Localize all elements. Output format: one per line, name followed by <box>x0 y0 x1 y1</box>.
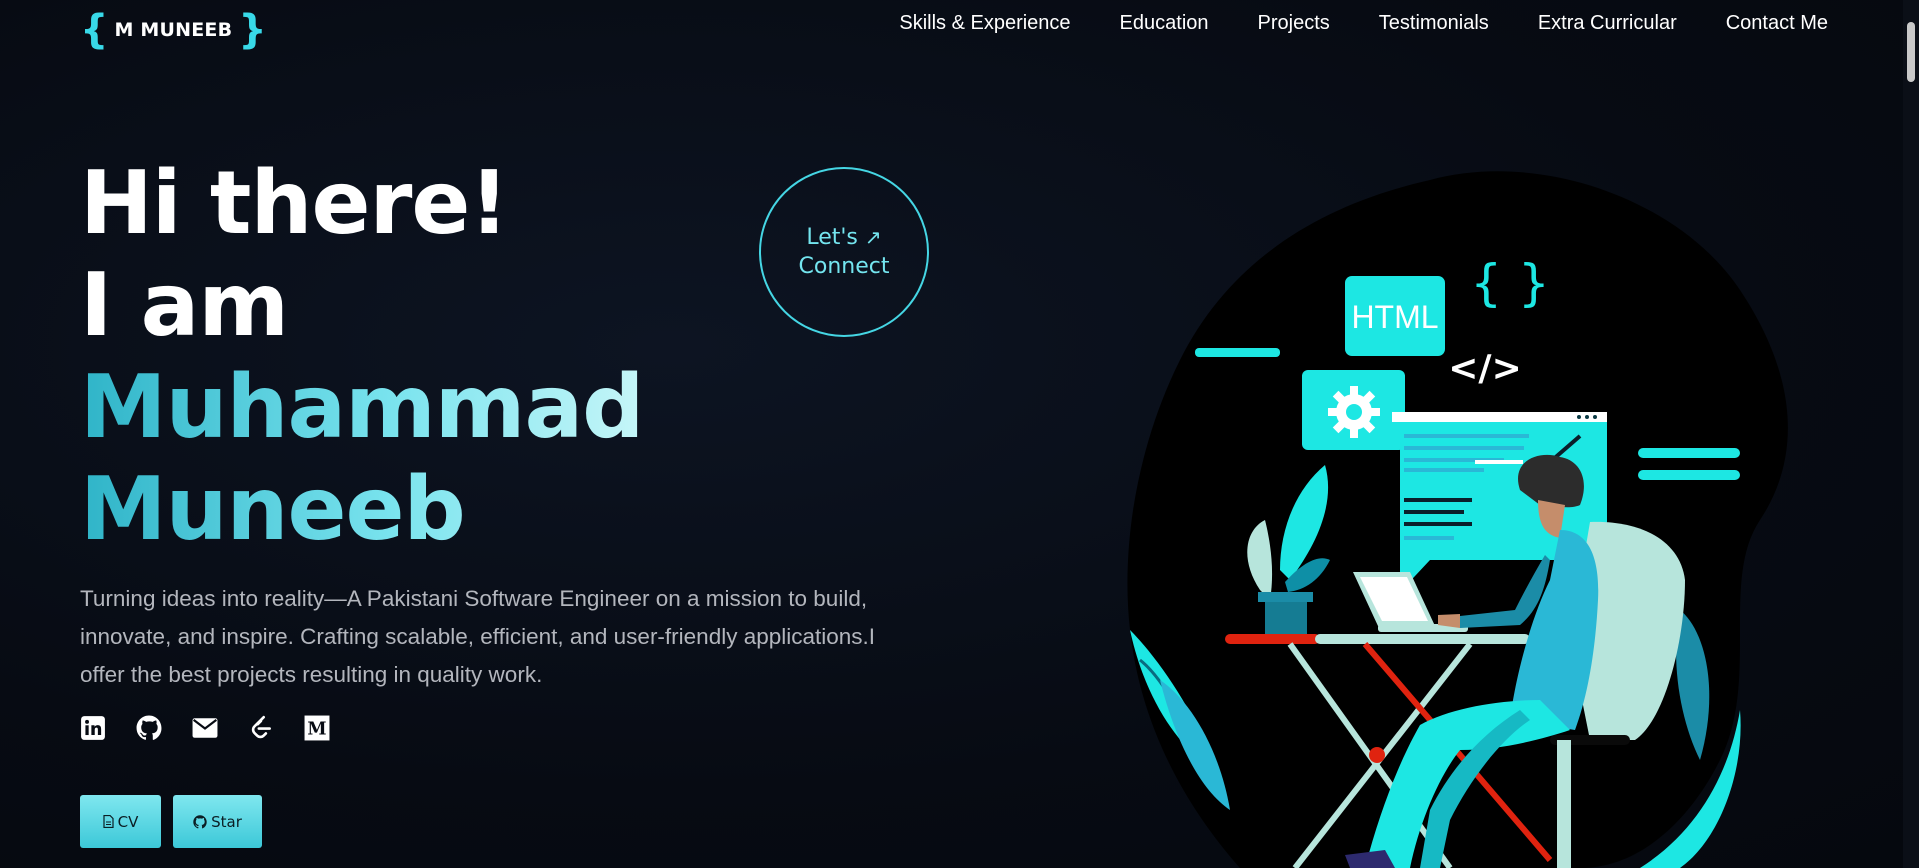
star-button[interactable]: Star <box>173 795 262 848</box>
cv-label: CV <box>117 812 139 831</box>
logo-brace-close: } <box>238 7 267 53</box>
developer-illustration: HTML { } </> <box>1127 171 1788 868</box>
hero-i-am: I am <box>80 254 289 356</box>
desk-top-red <box>1225 634 1320 644</box>
logo-text: M MUNEEB <box>114 19 233 41</box>
nav-projects[interactable]: Projects <box>1258 12 1330 35</box>
intro-text: Turning ideas into reality—A Pakistani S… <box>80 586 876 687</box>
mail-icon[interactable] <box>192 715 218 741</box>
hero-greeting: Hi there! <box>80 152 509 254</box>
arrow-up-right-icon: ↗ <box>864 225 882 249</box>
nav-extra-curricular[interactable]: Extra Curricular <box>1538 12 1677 35</box>
html-badge-label: HTML <box>1351 299 1438 335</box>
scrollbar-thumb[interactable] <box>1907 22 1915 82</box>
nav-skills-experience[interactable]: Skills & Experience <box>899 12 1070 35</box>
hero-title: Hi there! I am Muhammad Muneeb <box>80 152 644 560</box>
dash-right-2 <box>1638 470 1740 480</box>
lets-connect-button[interactable]: Let's ↗ Connect <box>759 167 929 337</box>
linkedin-icon[interactable] <box>80 715 106 741</box>
browser-dots <box>1577 415 1597 419</box>
connect-lets-label: Let's <box>806 225 858 250</box>
desk-joint <box>1369 747 1385 763</box>
braces-icon: { } <box>1470 254 1550 312</box>
github-small-icon <box>193 814 207 828</box>
main-nav: Skills & Experience Education Projects T… <box>899 12 1828 35</box>
star-label: Star <box>211 812 242 831</box>
gear-icon <box>1328 386 1380 438</box>
dash-left <box>1195 348 1280 357</box>
logo[interactable]: { M MUNEEB } <box>80 10 267 50</box>
browser-topbar <box>1392 412 1607 422</box>
nav-testimonials[interactable]: Testimonials <box>1379 12 1489 35</box>
scrollbar[interactable] <box>1903 0 1919 868</box>
github-icon[interactable] <box>136 715 162 741</box>
leetcode-icon[interactable] <box>248 715 274 741</box>
nav-contact-me[interactable]: Contact Me <box>1726 12 1828 35</box>
social-links: M <box>80 715 330 741</box>
connect-line-1: Let's ↗ <box>806 223 881 252</box>
cv-button[interactable]: CV <box>80 795 161 848</box>
nav-education[interactable]: Education <box>1120 12 1209 35</box>
svg-text:M: M <box>307 720 326 740</box>
desk-top <box>1315 634 1530 644</box>
medium-icon[interactable]: M <box>304 715 330 741</box>
hero-name-first: Muhammad <box>80 356 644 458</box>
hero-name-last: Muneeb <box>80 458 643 560</box>
connect-label: Connect <box>798 254 890 279</box>
code-symbol-icon: </> <box>1448 348 1521 389</box>
action-buttons: CV Star <box>80 795 262 848</box>
document-icon <box>103 815 114 828</box>
logo-brace-open: { <box>80 7 109 53</box>
dash-right-1 <box>1638 448 1740 458</box>
